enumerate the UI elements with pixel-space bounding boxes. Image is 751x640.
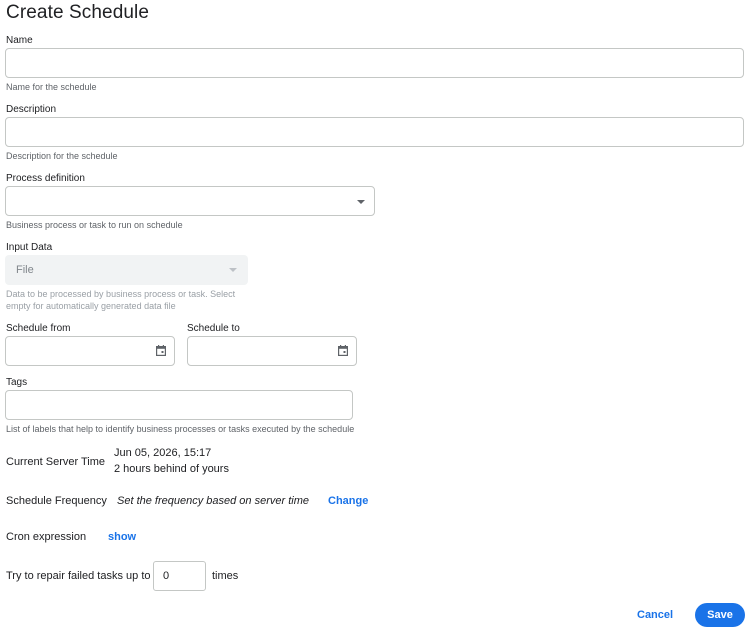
schedule-from-label: Schedule from (6, 323, 71, 334)
cancel-button[interactable]: Cancel (637, 609, 673, 621)
server-time-value: Jun 05, 2026, 15:17 (114, 447, 212, 459)
repair-count-input[interactable]: 0 (153, 561, 206, 591)
schedule-frequency-label: Schedule Frequency (6, 495, 107, 507)
process-definition-helper: Business process or task to run on sched… (6, 220, 183, 230)
tags-input[interactable] (5, 390, 353, 420)
input-data-select: File (5, 255, 248, 285)
name-helper: Name for the schedule (6, 82, 97, 92)
input-data-helper-line1: Data to be processed by business process… (6, 289, 236, 299)
server-time-label: Current Server Time (6, 456, 106, 468)
input-data-value: File (16, 264, 34, 276)
server-time-offset: 2 hours behind of yours (114, 463, 229, 475)
schedule-to-label: Schedule to (187, 323, 240, 334)
process-definition-select[interactable] (5, 186, 375, 216)
tags-label: Tags (6, 377, 28, 388)
schedule-to-input[interactable] (187, 336, 357, 366)
chevron-down-icon (229, 268, 237, 272)
page-title: Create Schedule (6, 2, 150, 23)
description-input[interactable] (5, 117, 744, 147)
repair-suffix-label: times (212, 570, 239, 582)
chevron-down-icon (357, 200, 365, 204)
description-label: Description (6, 104, 57, 115)
schedule-from-input[interactable] (5, 336, 175, 366)
calendar-icon[interactable] (338, 345, 348, 356)
calendar-icon[interactable] (156, 345, 166, 356)
input-data-helper-line2: empty for automatically generated data f… (6, 301, 176, 311)
name-label: Name (6, 35, 33, 46)
tags-helper: List of labels that help to identify bus… (6, 424, 355, 434)
change-frequency-link[interactable]: Change (328, 495, 368, 507)
input-data-label: Input Data (6, 242, 53, 253)
create-schedule-page: Create Schedule Name Name for the schedu… (0, 0, 751, 640)
process-definition-label: Process definition (6, 173, 85, 184)
name-input[interactable] (5, 48, 744, 78)
input-data-helper: Data to be processed by business process… (6, 288, 235, 312)
schedule-frequency-value: Set the frequency based on server time (117, 495, 309, 507)
show-cron-link[interactable]: show (108, 531, 136, 543)
description-helper: Description for the schedule (6, 151, 118, 161)
cron-expression-label: Cron expression (6, 531, 87, 543)
save-button[interactable]: Save (695, 603, 745, 627)
repair-prefix-label: Try to repair failed tasks up to (6, 570, 151, 582)
